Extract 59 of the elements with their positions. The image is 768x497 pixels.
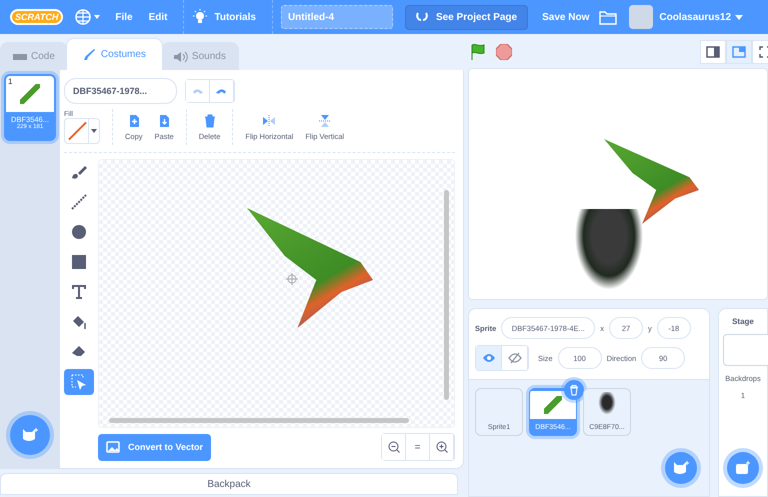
flip-vertical-icon bbox=[318, 114, 332, 128]
select-tool[interactable] bbox=[64, 369, 94, 395]
circle-icon bbox=[70, 223, 88, 241]
small-stage-icon bbox=[706, 46, 720, 58]
image-icon bbox=[735, 461, 751, 475]
globe-icon[interactable] bbox=[75, 9, 102, 25]
flip-horizontal-icon bbox=[262, 114, 276, 128]
costume-name-field[interactable]: DBF35467-1978... bbox=[64, 78, 177, 104]
crosshair-icon bbox=[286, 273, 298, 285]
choose-backdrop-button[interactable] bbox=[727, 452, 759, 484]
stage-title: Stage bbox=[732, 317, 754, 326]
line-icon bbox=[70, 193, 88, 211]
no-fill-swatch-icon bbox=[67, 120, 88, 142]
stop-icon[interactable] bbox=[496, 44, 512, 60]
redo-icon bbox=[216, 87, 227, 95]
stage-canvas[interactable] bbox=[468, 68, 768, 300]
zoom-in-icon bbox=[436, 441, 448, 453]
fill-color-picker[interactable] bbox=[64, 118, 100, 144]
see-project-page-button[interactable]: See Project Page bbox=[404, 4, 528, 30]
cat-icon bbox=[673, 461, 689, 475]
flag-icon[interactable] bbox=[470, 44, 486, 60]
photo-placeholder bbox=[530, 391, 576, 419]
photo-placeholder bbox=[6, 76, 54, 112]
show-button[interactable] bbox=[476, 346, 502, 370]
delete-sprite-button[interactable] bbox=[564, 380, 584, 400]
cat-icon bbox=[22, 428, 38, 442]
paste-icon bbox=[157, 114, 172, 128]
remix-icon bbox=[416, 11, 428, 23]
text-icon bbox=[70, 283, 88, 301]
undo-icon bbox=[192, 87, 203, 95]
fullscreen-icon bbox=[759, 46, 768, 58]
scrollbar[interactable] bbox=[444, 190, 449, 400]
brush-icon bbox=[82, 48, 97, 60]
select-icon bbox=[70, 373, 88, 391]
lightbulb-icon bbox=[192, 9, 208, 25]
avatar[interactable] bbox=[629, 5, 654, 29]
eye-icon bbox=[482, 353, 496, 363]
brush-icon bbox=[70, 163, 88, 181]
costume-number: 1 bbox=[8, 77, 12, 86]
choose-costume-button[interactable] bbox=[10, 415, 50, 455]
backpack-panel[interactable]: Backpack bbox=[0, 473, 458, 495]
speaker-icon bbox=[174, 50, 188, 62]
choose-sprite-button[interactable] bbox=[665, 452, 697, 484]
trash-icon bbox=[202, 114, 217, 128]
scrollbar[interactable] bbox=[109, 418, 409, 423]
caret-icon[interactable] bbox=[735, 14, 744, 20]
small-stage-button[interactable] bbox=[700, 40, 726, 64]
trash-icon bbox=[569, 384, 579, 396]
zoom-out-icon bbox=[388, 441, 400, 453]
rectangle-icon bbox=[70, 253, 88, 271]
caret-icon bbox=[91, 128, 97, 132]
normal-stage-icon bbox=[732, 46, 746, 58]
undo-button[interactable] bbox=[186, 80, 210, 102]
backdrop-thumbnail[interactable] bbox=[723, 334, 768, 366]
drawing-canvas[interactable] bbox=[98, 159, 455, 428]
folder-icon[interactable] bbox=[599, 10, 618, 24]
zoom-out-button[interactable] bbox=[382, 434, 406, 460]
image-icon bbox=[106, 441, 120, 453]
eye-slash-icon bbox=[508, 352, 522, 364]
